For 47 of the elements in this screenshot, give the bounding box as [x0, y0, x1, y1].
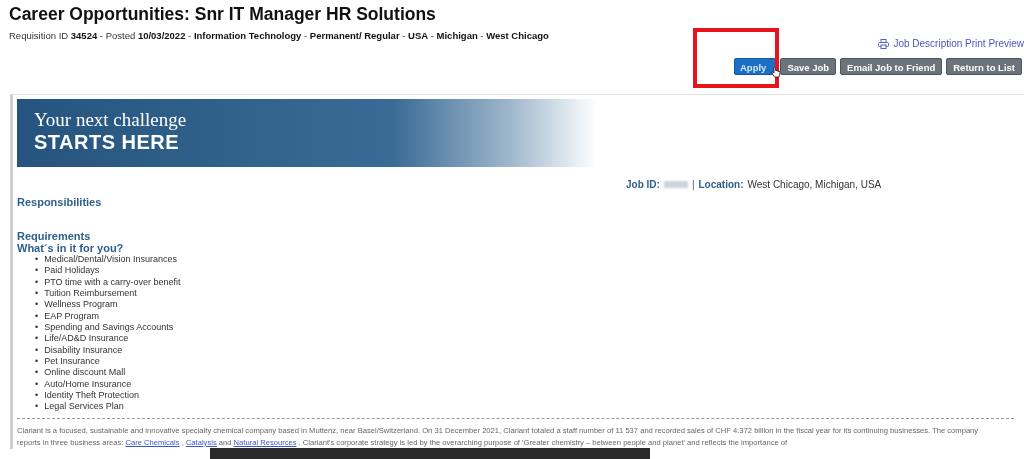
benefit-item: Identity Theft Protection — [44, 390, 140, 402]
bullet-mark: • — [35, 333, 39, 345]
bullet-mark: • — [35, 344, 39, 357]
bullet-mark: • — [35, 265, 39, 277]
bullet-mark: • — [35, 322, 39, 334]
action-button[interactable]: Return to List — [946, 58, 1022, 75]
benefit-item: Spending and Savings Accounts — [44, 322, 174, 334]
section-heading: Requirements — [17, 230, 91, 242]
benefit-item: EAP Program — [44, 310, 99, 323]
apply-button[interactable]: Apply — [734, 58, 777, 75]
bullet-mark: • — [35, 367, 39, 379]
printer-icon — [878, 38, 890, 49]
bullet-mark: • — [35, 401, 39, 413]
bullet-mark: • — [35, 378, 39, 391]
action-button[interactable]: Email Job to Friend — [840, 58, 943, 75]
section-heading: What´s in it for you? — [17, 242, 124, 254]
bullet-mark: • — [35, 276, 39, 289]
bullet-mark: • — [35, 254, 39, 266]
benefit-item: Paid Holidays — [44, 265, 100, 277]
print-preview-link[interactable]: Job Description Print Preview — [878, 38, 1024, 49]
job-id-label: Job ID: — [626, 179, 660, 190]
benefit-item: Online discount Mall — [44, 367, 126, 379]
benefit-item: Disability Insurance — [44, 344, 123, 357]
benefit-item: Legal Services Plan — [44, 401, 124, 413]
bullet-mark: • — [35, 356, 39, 368]
hand-cursor-icon — [771, 66, 782, 79]
separator: | — [691, 179, 695, 190]
bullet-mark: • — [35, 310, 39, 323]
benefit-item: Medical/Dental/Vision Insurances — [44, 254, 178, 266]
bullet-mark: • — [35, 299, 39, 311]
location-label: Location: — [698, 179, 744, 190]
benefit-item: PTO time with a carry-over benefit — [44, 276, 181, 289]
benefit-item: Wellness Program — [44, 299, 118, 311]
bullet-mark: • — [35, 390, 39, 402]
page-title: Career Opportunities: Snr IT Manager HR Solutions — [9, 4, 437, 25]
bullet-mark: • — [35, 288, 39, 300]
benefit-item: Life/AD&D Insurance — [44, 333, 129, 345]
location-value: West Chicago, Michigan, USA — [747, 179, 882, 190]
benefit-item: Auto/Home Insurance — [44, 378, 132, 391]
requisition-info: Requisition ID 34524 - Posted 10/03/2022 - Information Technology - Permanent/ Regular - USA - Michigan - West Chicago — [9, 30, 550, 41]
benefit-item: Tuition Reimbursement — [44, 288, 137, 300]
banner-tagline: Your next challenge — [34, 109, 187, 130]
banner-headline: STARTS HERE — [34, 130, 180, 154]
benefit-item: Pet Insurance — [44, 356, 100, 368]
action-button[interactable]: Save Job — [780, 58, 837, 75]
section-heading: Responsibilities — [17, 196, 102, 208]
blurred-value — [663, 181, 688, 188]
